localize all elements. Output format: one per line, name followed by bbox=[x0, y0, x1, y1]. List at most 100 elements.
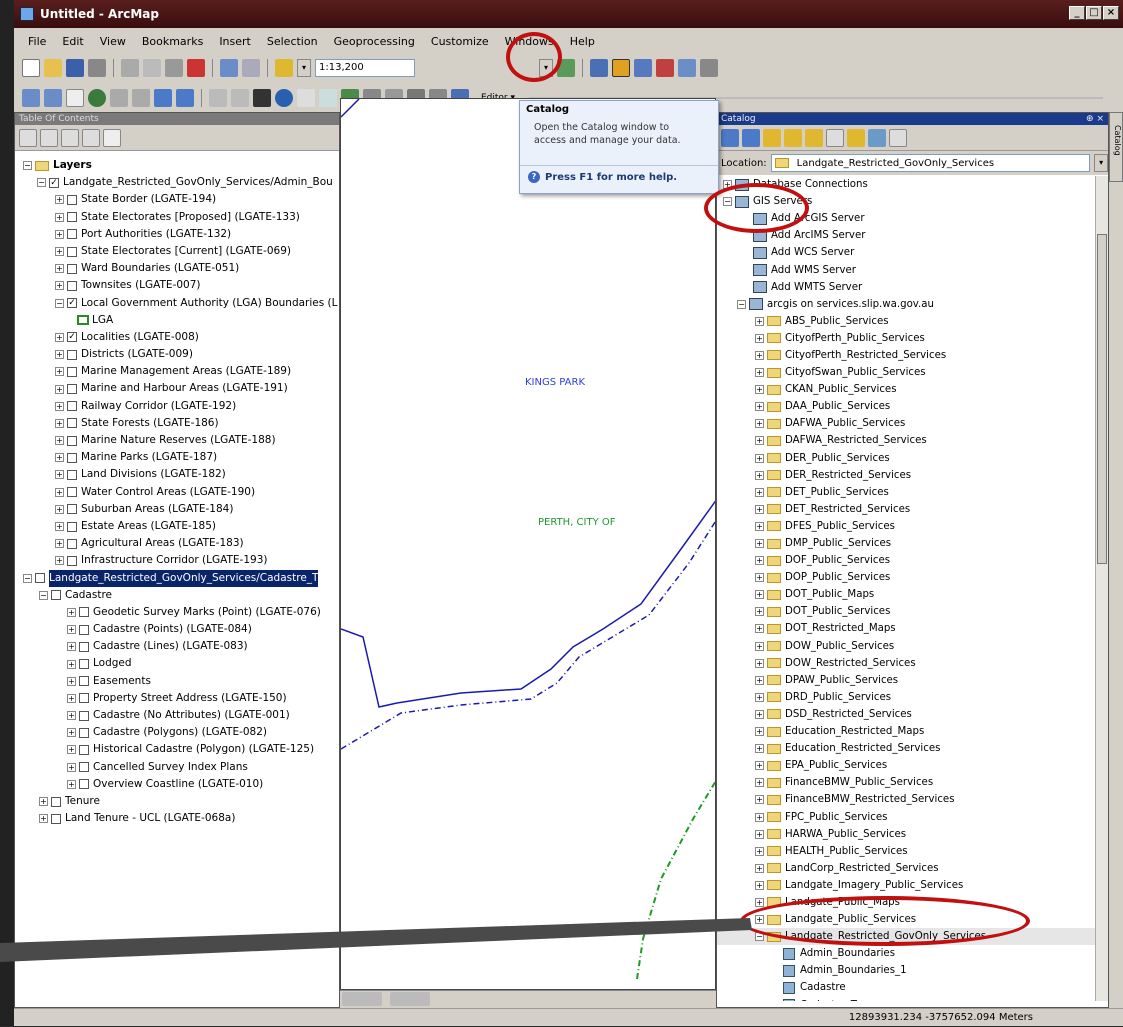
arctoolbox-icon[interactable] bbox=[656, 59, 674, 77]
expand-icon[interactable]: + bbox=[67, 779, 76, 789]
service-folder[interactable]: + FPC_Public_Services bbox=[717, 808, 1097, 825]
up-one-level-icon[interactable] bbox=[763, 128, 781, 147]
expand-icon[interactable]: + bbox=[755, 863, 764, 873]
admin-layer[interactable]: + Marine Parks (LGATE-187) bbox=[15, 449, 339, 466]
tenure-group[interactable]: + Tenure bbox=[15, 793, 339, 810]
expand-icon[interactable]: + bbox=[755, 590, 764, 600]
expand-icon[interactable]: + bbox=[755, 658, 764, 668]
layer-checkbox[interactable] bbox=[67, 280, 77, 291]
expand-icon[interactable]: + bbox=[55, 247, 64, 257]
cadastre-layer[interactable]: + Easements bbox=[15, 673, 339, 690]
layer-checkbox[interactable] bbox=[79, 641, 89, 652]
expand-icon[interactable]: + bbox=[755, 556, 764, 566]
expand-icon[interactable]: + bbox=[755, 350, 764, 360]
layer-checkbox[interactable] bbox=[67, 212, 77, 223]
layer-checkbox[interactable] bbox=[67, 469, 77, 480]
list-by-drawing-order-icon[interactable] bbox=[19, 128, 37, 147]
expand-icon[interactable]: + bbox=[55, 384, 64, 394]
admin-layer[interactable]: + State Forests (LGATE-186) bbox=[15, 415, 339, 432]
expand-icon[interactable]: + bbox=[55, 350, 64, 360]
location-field[interactable]: Landgate_Restricted_GovOnly_Services bbox=[770, 154, 1091, 172]
paste-icon[interactable] bbox=[165, 59, 183, 77]
zoom-out-icon[interactable] bbox=[44, 89, 62, 107]
map-service[interactable]: Admin_Boundaries bbox=[717, 945, 1097, 962]
add-server-action[interactable]: Add WMTS Server bbox=[717, 279, 1097, 296]
layer-checkbox[interactable] bbox=[67, 263, 77, 274]
admin-layer[interactable]: + Suburban Areas (LGATE-184) bbox=[15, 501, 339, 518]
admin-layer[interactable]: + Railway Corridor (LGATE-192) bbox=[15, 398, 339, 415]
expand-icon[interactable]: + bbox=[755, 470, 764, 480]
expand-icon[interactable]: + bbox=[55, 332, 64, 342]
home-folder-icon[interactable] bbox=[784, 128, 802, 147]
layer-checkbox[interactable] bbox=[67, 521, 77, 532]
land-tenure-layer[interactable]: + Land Tenure - UCL (LGATE-068a) bbox=[15, 810, 339, 827]
layer-checkbox[interactable] bbox=[67, 401, 77, 412]
collapse-icon[interactable]: − bbox=[23, 573, 32, 583]
expand-icon[interactable]: + bbox=[55, 487, 64, 497]
expand-icon[interactable]: + bbox=[67, 762, 76, 772]
admin-layer[interactable]: + Ward Boundaries (LGATE-051) bbox=[15, 260, 339, 277]
print-icon[interactable] bbox=[88, 59, 106, 77]
scroll-thumb[interactable] bbox=[1097, 234, 1107, 564]
layer-checkbox[interactable] bbox=[51, 796, 61, 807]
map-service[interactable]: Cadastre bbox=[717, 979, 1097, 996]
menu-customize[interactable]: Customize bbox=[431, 35, 489, 48]
expand-icon[interactable]: + bbox=[67, 642, 76, 652]
layer-checkbox[interactable]: ✓ bbox=[67, 298, 77, 309]
cadastre-group[interactable]: − Cadastre bbox=[15, 587, 339, 604]
expand-icon[interactable]: + bbox=[755, 624, 764, 634]
layer-checkbox[interactable] bbox=[79, 624, 89, 635]
layer-checkbox[interactable] bbox=[67, 487, 77, 498]
service-folder[interactable]: + DOT_Restricted_Maps bbox=[717, 620, 1097, 637]
layer-checkbox[interactable] bbox=[67, 349, 77, 360]
list-by-visibility-icon[interactable] bbox=[61, 128, 79, 147]
layer-checkbox[interactable] bbox=[67, 555, 77, 566]
options-icon[interactable] bbox=[889, 128, 907, 147]
map-service[interactable]: Cadastre_Tenure bbox=[717, 997, 1097, 1001]
menu-selection[interactable]: Selection bbox=[267, 35, 318, 48]
layer-checkbox[interactable] bbox=[79, 779, 89, 790]
expand-icon[interactable]: + bbox=[39, 814, 48, 824]
group-cadastre-tenure[interactable]: − Landgate_Restricted_GovOnly_Services/Ca… bbox=[15, 569, 339, 587]
expand-icon[interactable]: + bbox=[755, 487, 764, 497]
options-icon[interactable] bbox=[103, 128, 121, 147]
service-folder[interactable]: + DET_Public_Services bbox=[717, 484, 1097, 501]
maximize-button[interactable]: □ bbox=[1086, 6, 1102, 20]
cadastre-layer[interactable]: + Cadastre (No Attributes) (LGATE-001) bbox=[15, 707, 339, 724]
layer-checkbox[interactable] bbox=[79, 744, 89, 755]
admin-layer[interactable]: + Marine Management Areas (LGATE-189) bbox=[15, 363, 339, 380]
html-popup-icon[interactable] bbox=[319, 89, 337, 107]
service-folder[interactable]: + HARWA_Public_Services bbox=[717, 826, 1097, 843]
admin-layer[interactable]: + Port Authorities (LGATE-132) bbox=[15, 226, 339, 243]
service-folder[interactable]: + DAFWA_Public_Services bbox=[717, 415, 1097, 432]
service-folder[interactable]: + CityofSwan_Public_Services bbox=[717, 364, 1097, 381]
service-folder[interactable]: + DER_Restricted_Services bbox=[717, 467, 1097, 484]
menu-edit[interactable]: Edit bbox=[62, 35, 83, 48]
service-folder[interactable]: + DOT_Public_Services bbox=[717, 603, 1097, 620]
expand-icon[interactable]: + bbox=[55, 522, 64, 532]
expand-icon[interactable]: + bbox=[755, 744, 764, 754]
expand-icon[interactable]: + bbox=[755, 761, 764, 771]
expand-icon[interactable]: + bbox=[67, 607, 76, 617]
pin-close-icons[interactable]: ⊕ × bbox=[1086, 113, 1104, 125]
refresh-pause-buttons[interactable] bbox=[390, 992, 430, 1006]
cadastre-layer[interactable]: + Cadastre (Polygons) (LGATE-082) bbox=[15, 724, 339, 741]
copy-icon[interactable] bbox=[143, 59, 161, 77]
expand-icon[interactable]: + bbox=[755, 607, 764, 617]
view-menu-icon[interactable] bbox=[826, 128, 844, 147]
back-icon[interactable] bbox=[721, 128, 739, 147]
service-folder[interactable]: + ABS_Public_Services bbox=[717, 313, 1097, 330]
service-folder[interactable]: + DOW_Restricted_Services bbox=[717, 655, 1097, 672]
expand-icon[interactable]: + bbox=[755, 402, 764, 412]
service-folder[interactable]: + DAFWA_Restricted_Services bbox=[717, 432, 1097, 449]
admin-layer[interactable]: + Marine Nature Reserves (LGATE-188) bbox=[15, 432, 339, 449]
map-view[interactable]: KINGS PARK PERTH, CITY OF bbox=[340, 98, 716, 990]
catalog-scrollbar[interactable] bbox=[1095, 176, 1108, 1001]
expand-icon[interactable]: + bbox=[55, 556, 64, 566]
layer-checkbox[interactable] bbox=[79, 693, 89, 704]
expand-icon[interactable]: + bbox=[755, 453, 764, 463]
pan-icon[interactable] bbox=[66, 89, 84, 107]
admin-layer[interactable]: + Estate Areas (LGATE-185) bbox=[15, 518, 339, 535]
expand-icon[interactable]: + bbox=[67, 711, 76, 721]
expand-icon[interactable]: + bbox=[755, 504, 764, 514]
